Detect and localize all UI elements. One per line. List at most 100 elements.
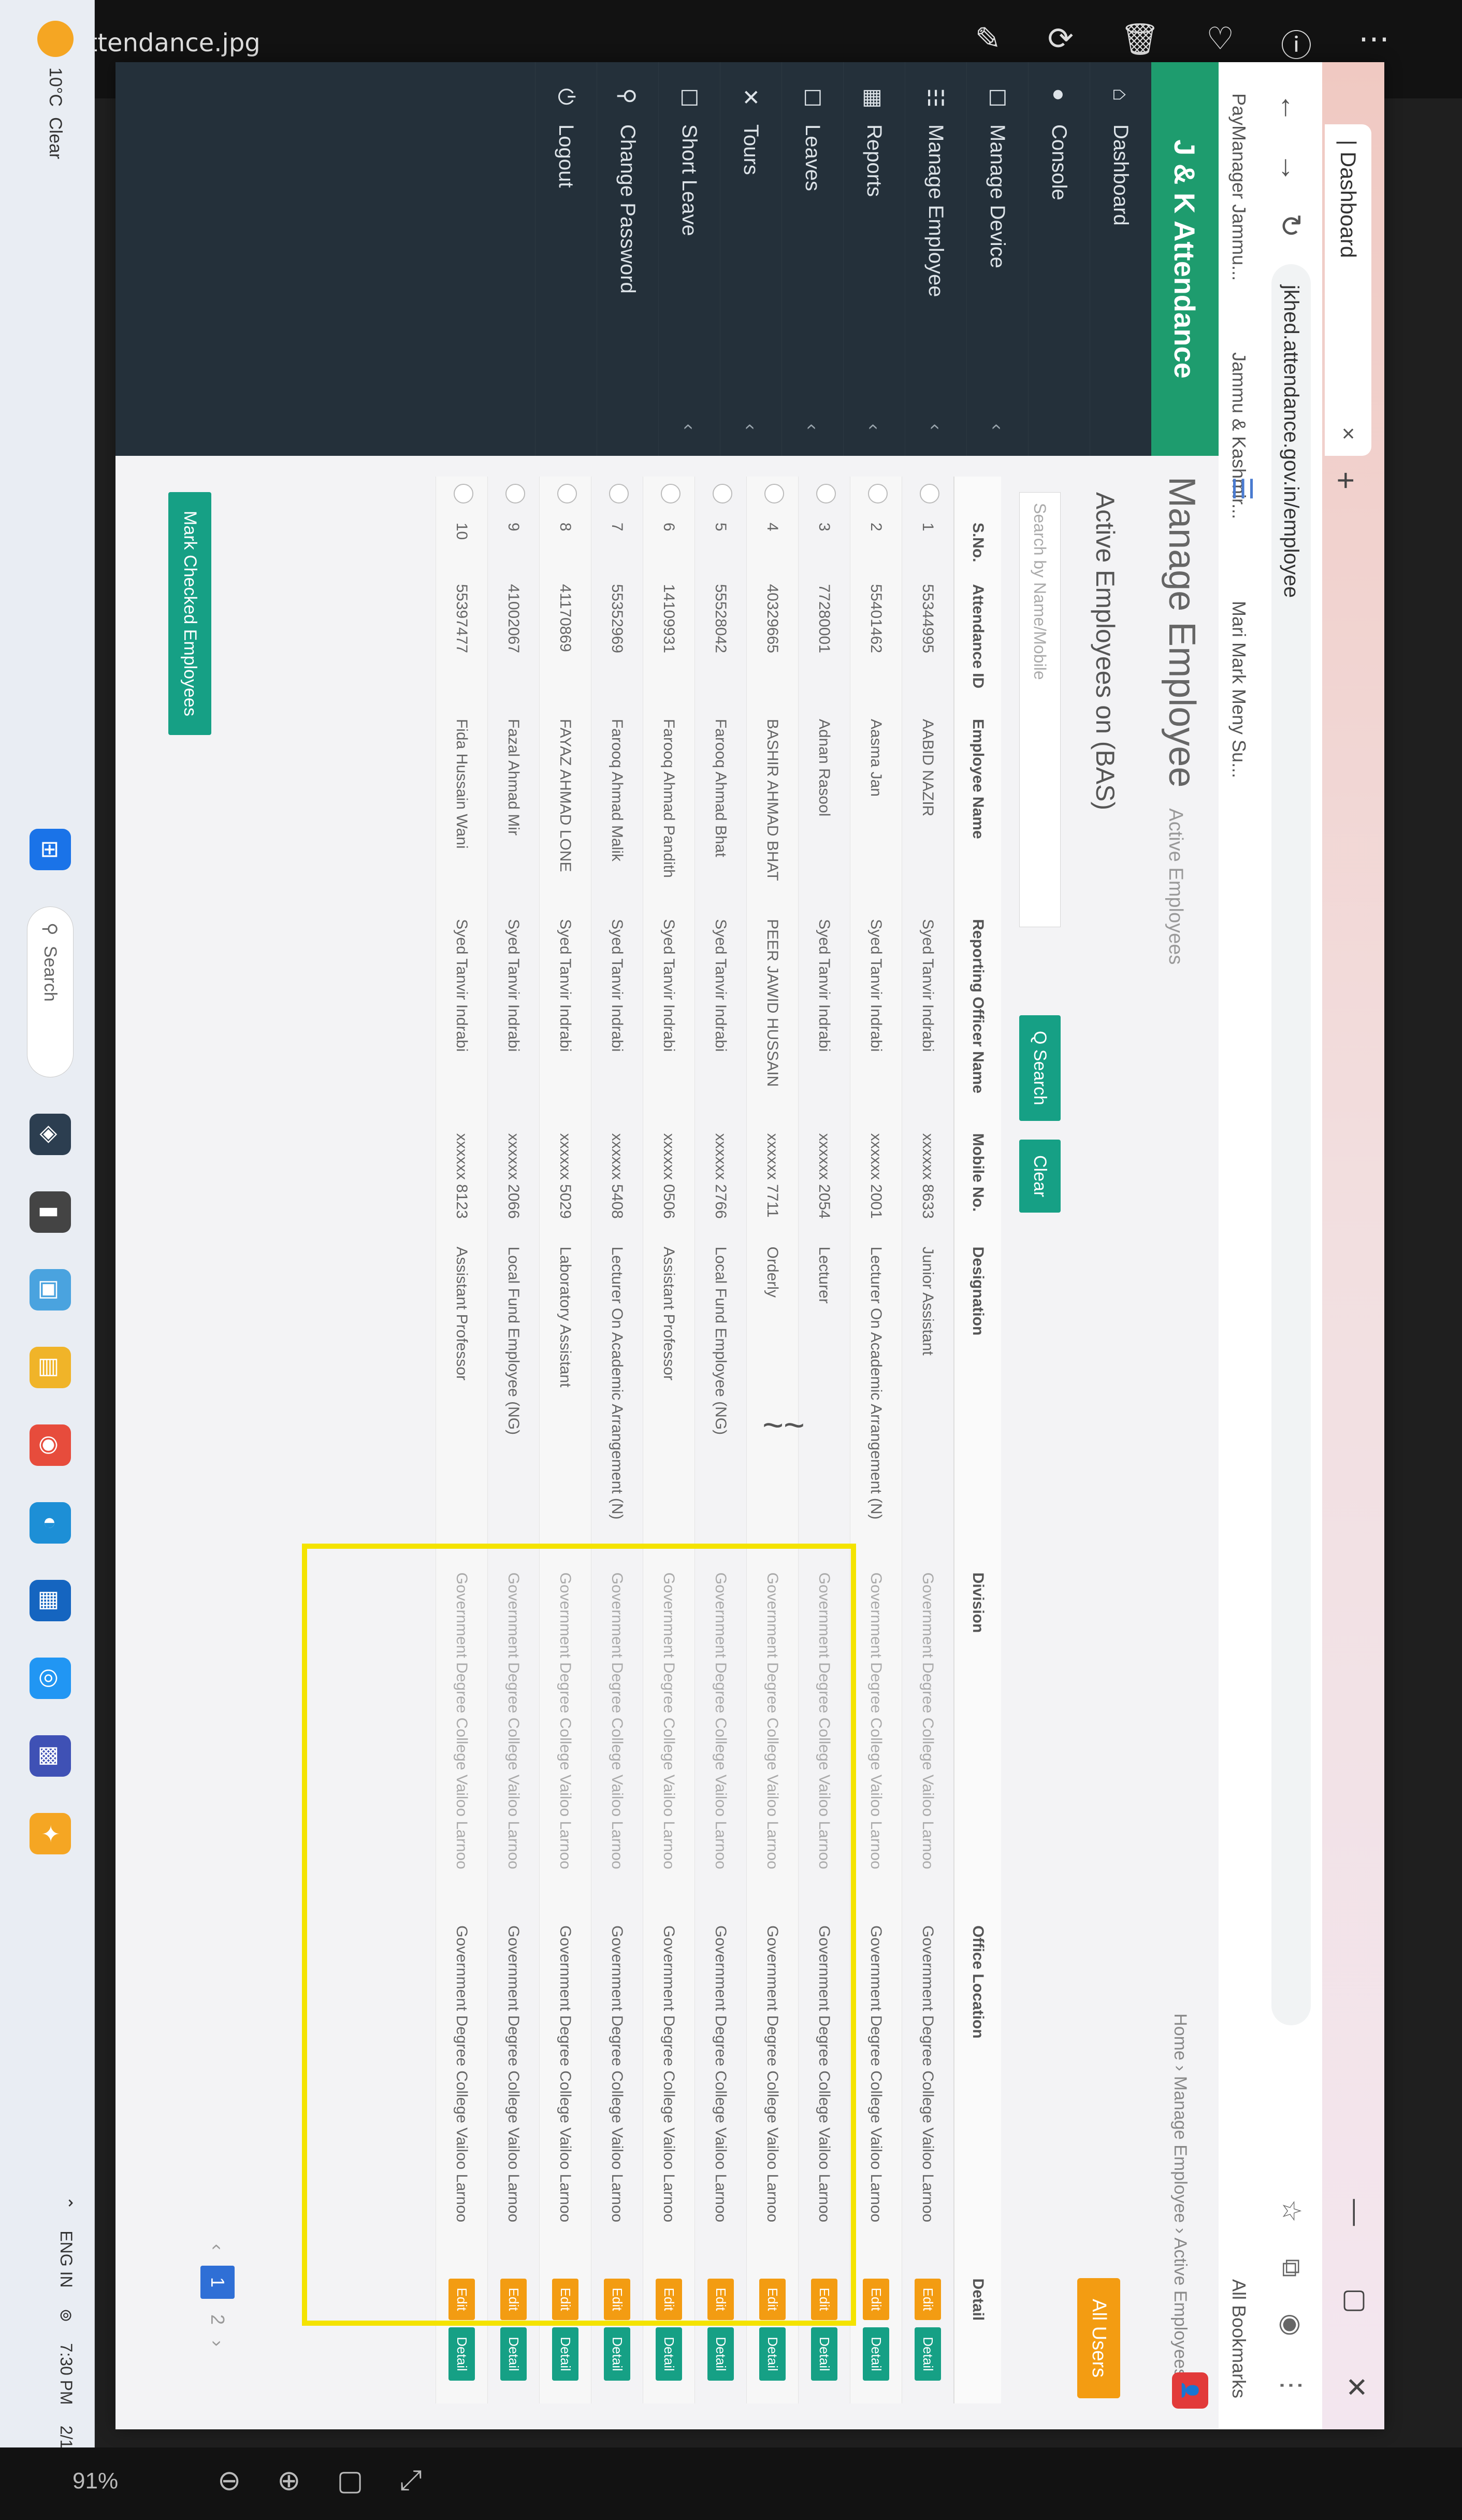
- back-icon[interactable]: ←: [1273, 93, 1308, 122]
- table-row[interactable]: 7 55352969 Farooq Ahmad Malik Syed Tanvir I…: [591, 477, 643, 2403]
- clear-button[interactable]: Clear: [1019, 1140, 1061, 1213]
- copilot-icon[interactable]: ◈: [30, 1114, 71, 1155]
- taskbar-search[interactable]: ⚲ Search: [27, 906, 74, 1077]
- minimize-icon[interactable]: —: [1340, 2199, 1371, 2226]
- profile-icon[interactable]: ◉: [1276, 2313, 1307, 2336]
- row-checkbox[interactable]: [557, 484, 577, 503]
- edit-button[interactable]: Edit: [863, 2278, 889, 2321]
- search-button[interactable]: Q Search: [1019, 1015, 1061, 1121]
- zoom-in-icon[interactable]: ⊕: [277, 2464, 300, 2497]
- wifi-icon[interactable]: ⊚: [56, 2309, 76, 2323]
- zoom-out-icon[interactable]: ⊖: [218, 2464, 241, 2497]
- table-row[interactable]: 10 55397477 Fida Hussain Wani Syed Tanvir I…: [436, 477, 488, 2403]
- maximize-icon[interactable]: ▢: [1340, 2288, 1371, 2313]
- breadcrumb[interactable]: Home › Manage Employee › Active Employee…: [1170, 2013, 1190, 2378]
- new-tab-icon[interactable]: +: [1328, 471, 1364, 489]
- table-row[interactable]: 5 55528042 Farooq Ahmad Bhat Syed Tanvir In…: [694, 477, 747, 2403]
- sidebar-item-manage-employee[interactable]: ☷ Manage Employee ‹: [905, 62, 966, 456]
- mark-checked-button[interactable]: Mark Checked Employees: [168, 492, 211, 735]
- detail-button[interactable]: Detail: [759, 2327, 786, 2381]
- edge-icon[interactable]: ◐: [30, 1502, 71, 1544]
- row-checkbox[interactable]: [713, 484, 733, 503]
- edit-button[interactable]: Edit: [759, 2278, 786, 2321]
- file-explorer-icon[interactable]: ▤: [30, 1347, 71, 1388]
- sidebar-item-change-password[interactable]: ⚲ Change Password: [597, 62, 658, 456]
- detail-button[interactable]: Detail: [915, 2327, 941, 2381]
- col-employee-name[interactable]: Employee Name: [954, 711, 1001, 912]
- table-row[interactable]: 1 55344995 AABID NAZIR Syed Tanvir Indrabi x…: [902, 477, 954, 2403]
- app-icon[interactable]: ▩: [30, 1735, 71, 1777]
- sidebar-item-short-leave[interactable]: ☐ Short Leave ‹: [658, 62, 720, 456]
- row-checkbox[interactable]: [816, 484, 836, 503]
- row-checkbox[interactable]: [454, 484, 474, 503]
- col-attendance-id[interactable]: Attendance ID: [954, 577, 1001, 712]
- row-checkbox[interactable]: [868, 484, 888, 503]
- edit-button[interactable]: Edit: [656, 2278, 682, 2321]
- weather-widget[interactable]: 10°C Clear: [37, 21, 74, 159]
- sidebar-item-logout[interactable]: ⏻ Logout: [535, 62, 597, 456]
- zoom-level[interactable]: 91%: [73, 2468, 118, 2494]
- browser-tab[interactable]: | Dashboard ×: [1325, 124, 1371, 456]
- sidebar-item-reports[interactable]: ▦ Reports ‹: [843, 62, 905, 456]
- detail-button[interactable]: Detail: [863, 2327, 889, 2381]
- col-office-location[interactable]: Office Location: [954, 1918, 1001, 2271]
- col-designation[interactable]: Designation: [954, 1239, 1001, 1565]
- close-window-icon[interactable]: ✕: [1340, 2375, 1371, 2398]
- col-mobile[interactable]: Mobile No.: [954, 1126, 1001, 1240]
- extension-icon[interactable]: ⧉: [1276, 2259, 1307, 2278]
- chrome-icon[interactable]: ◉: [30, 1424, 71, 1466]
- photos-icon[interactable]: ◎: [30, 1658, 71, 1699]
- row-checkbox[interactable]: [764, 484, 785, 503]
- edit-button[interactable]: Edit: [811, 2278, 837, 2321]
- hamburger-icon[interactable]: ☰: [1226, 477, 1257, 501]
- pager-prev[interactable]: ‹: [207, 2244, 228, 2250]
- app-icon-2[interactable]: ✦: [30, 1813, 71, 1854]
- sidebar-item-leaves[interactable]: ☐ Leaves ‹: [781, 62, 843, 456]
- brand-title[interactable]: J & K Attendance: [1151, 62, 1219, 456]
- edit-button[interactable]: Edit: [604, 2278, 630, 2321]
- row-checkbox[interactable]: [661, 484, 681, 503]
- detail-button[interactable]: Detail: [707, 2327, 734, 2381]
- pager-next[interactable]: ›: [207, 2340, 228, 2346]
- forward-icon[interactable]: →: [1273, 153, 1308, 182]
- sidebar-item-tours[interactable]: ✕ Tours ‹: [720, 62, 781, 456]
- detail-button[interactable]: Detail: [604, 2327, 630, 2381]
- row-checkbox[interactable]: [609, 484, 629, 503]
- sidebar-item-dashboard[interactable]: ⌂ Dashboard: [1090, 62, 1151, 456]
- edit-button[interactable]: Edit: [707, 2278, 734, 2321]
- chevron-up-icon[interactable]: ⌃: [56, 2196, 76, 2210]
- fullscreen-icon[interactable]: ⤢: [400, 2464, 422, 2497]
- edit-button[interactable]: Edit: [915, 2278, 941, 2321]
- table-row[interactable]: 9 41002067 Fazal Ahmad Mir Syed Tanvir Indr…: [487, 477, 540, 2403]
- detail-button[interactable]: Detail: [500, 2327, 527, 2381]
- detail-button[interactable]: Detail: [448, 2327, 475, 2381]
- row-checkbox[interactable]: [505, 484, 526, 503]
- pager-page-2[interactable]: 2: [207, 2314, 228, 2325]
- menu-icon[interactable]: ⋮: [1276, 2372, 1307, 2398]
- sidebar-item-console[interactable]: ● Console: [1028, 62, 1090, 456]
- edit-button[interactable]: Edit: [552, 2278, 578, 2321]
- time[interactable]: 7:30 PM: [57, 2343, 76, 2404]
- teams-icon[interactable]: ▣: [30, 1269, 71, 1311]
- star-icon[interactable]: ☆: [1276, 2199, 1307, 2223]
- sidebar-item-manage-device[interactable]: ☐ Manage Device ‹: [966, 62, 1028, 456]
- bookmark-item[interactable]: PayManager Jammu...: [1228, 93, 1250, 281]
- row-checkbox[interactable]: [920, 484, 940, 503]
- edit-button[interactable]: Edit: [448, 2278, 475, 2321]
- table-row[interactable]: 8 41170869 FAYAZ AHMAD LONE Syed Tanvir Ind…: [539, 477, 591, 2403]
- table-row[interactable]: 3 77280001 Adnan Rasool Syed Tanvir Indrabi…: [798, 477, 850, 2403]
- detail-button[interactable]: Detail: [811, 2327, 837, 2381]
- search-input[interactable]: Search by Name/Mobile: [1019, 492, 1061, 927]
- col-reporting-officer[interactable]: Reporting Officer Name: [954, 912, 1001, 1126]
- all-bookmarks[interactable]: All Bookmarks: [1228, 2279, 1250, 2398]
- language-indicator[interactable]: ENG IN: [57, 2230, 76, 2287]
- table-row[interactable]: 2 55401462 Aasma Jan Syed Tanvir Indrabi xxx…: [850, 477, 902, 2403]
- all-users-button[interactable]: All Users: [1077, 2278, 1120, 2398]
- col-division[interactable]: Division: [954, 1565, 1001, 1919]
- reload-icon[interactable]: ↻: [1273, 213, 1308, 238]
- pager-page-1[interactable]: 1: [200, 2265, 235, 2299]
- detail-button[interactable]: Detail: [552, 2327, 578, 2381]
- table-row[interactable]: 6 14109931 Farooq Ahmad Pandith Syed Tanvir…: [643, 477, 695, 2403]
- task-view-icon[interactable]: ▮: [30, 1191, 71, 1233]
- avatar[interactable]: 👤: [1172, 2372, 1208, 2409]
